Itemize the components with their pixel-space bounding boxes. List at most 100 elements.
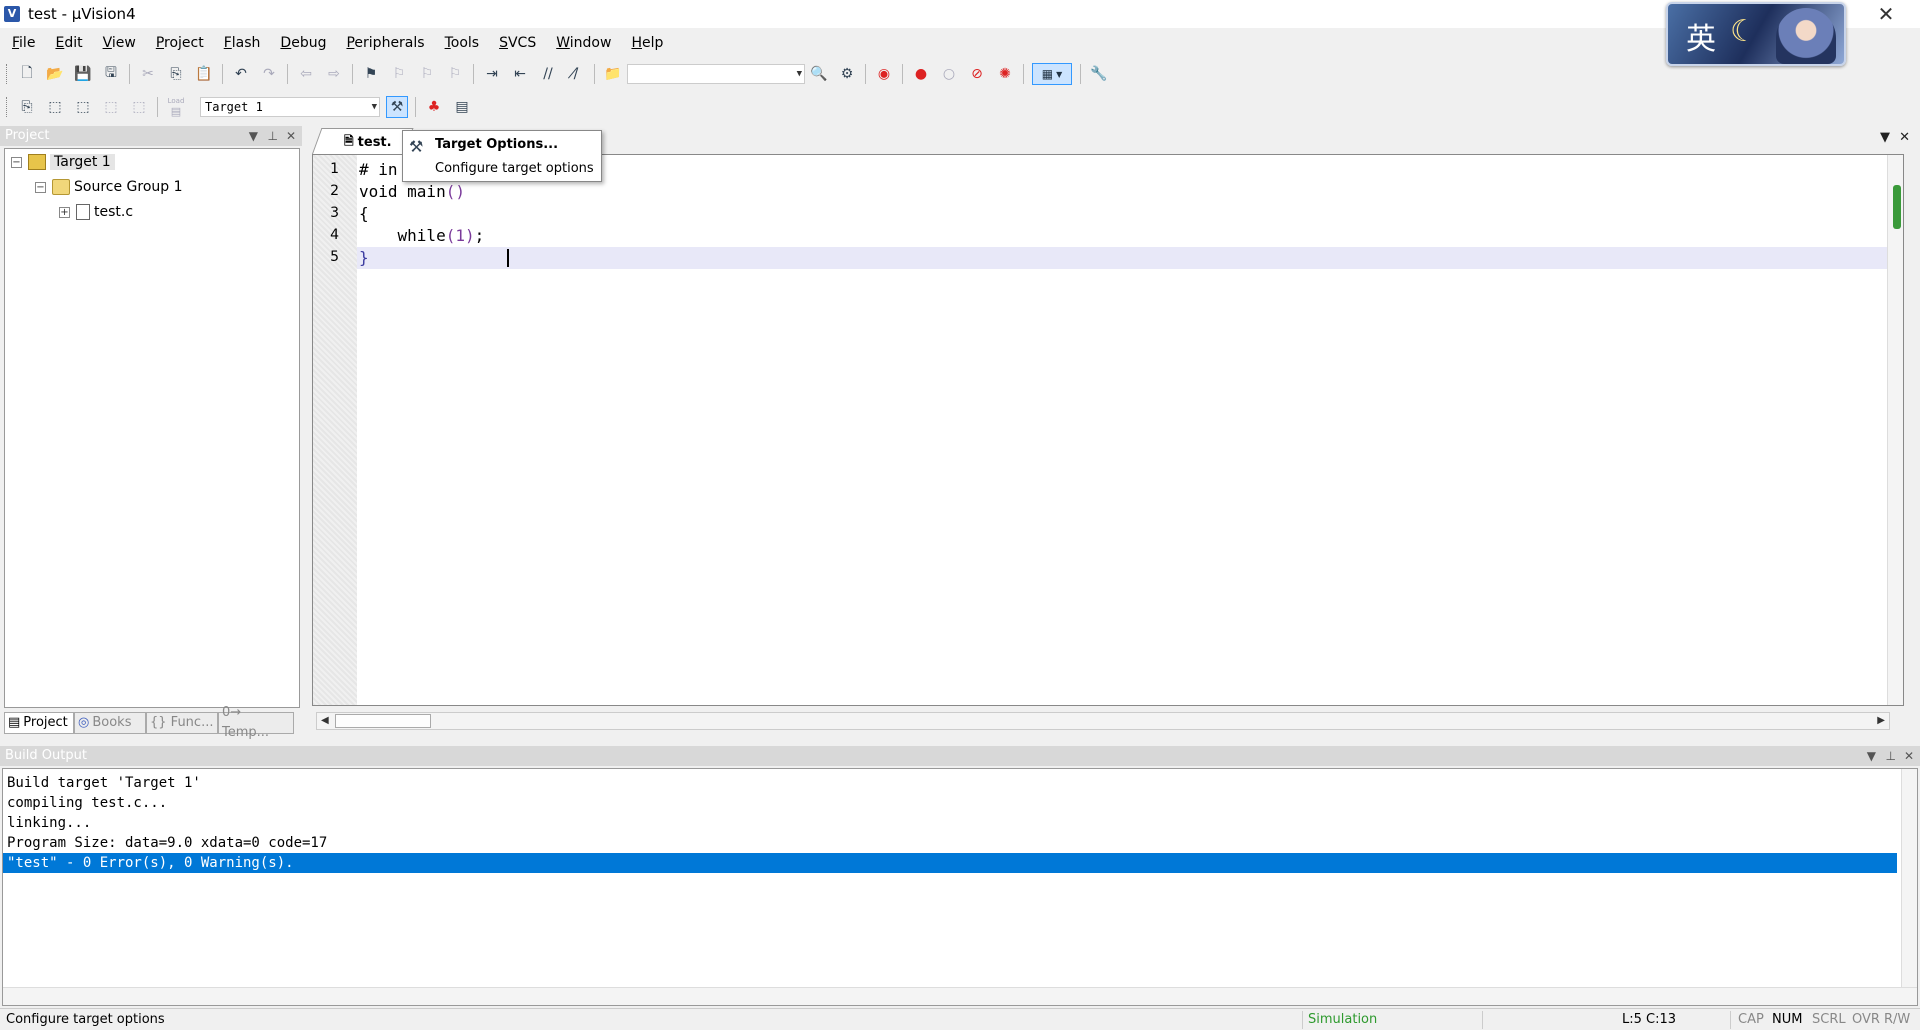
breakpoint-insert-icon[interactable]: ● — [910, 63, 932, 85]
tab-functions[interactable]: {} Func... — [146, 712, 218, 734]
code-line[interactable]: # in — [359, 159, 398, 181]
panel-close-icon[interactable]: ✕ — [286, 126, 296, 146]
menu-help[interactable]: Help — [619, 35, 671, 51]
toolbar-grip[interactable] — [6, 97, 9, 117]
menu-view[interactable]: View — [91, 35, 144, 51]
output-line[interactable]: "test" - 0 Error(s), 0 Warning(s). — [7, 853, 294, 873]
menu-edit[interactable]: Edit — [43, 35, 90, 51]
tree-node-target[interactable]: − Target 1 — [11, 154, 115, 170]
project-tab-icon: ▤ — [8, 715, 21, 730]
new-file-icon[interactable]: 🗋 — [16, 63, 38, 85]
menu-project[interactable]: Project — [144, 35, 212, 51]
scroll-left-icon[interactable]: ◀ — [321, 713, 329, 729]
breakpoint-enable-icon[interactable]: ○ — [938, 63, 960, 85]
copy-icon[interactable]: ⎘ — [165, 63, 187, 85]
target-select[interactable]: Target 1 ▼ — [200, 97, 380, 117]
file-tab[interactable]: 🗎 test. — [344, 132, 392, 153]
expand-icon[interactable]: + — [59, 206, 70, 218]
paste-icon[interactable]: 📋 — [193, 63, 215, 85]
scrollbar-thumb[interactable] — [335, 714, 431, 728]
find-in-files-icon[interactable]: 📁 — [602, 63, 624, 85]
tooltip-description: Configure target options — [435, 161, 594, 176]
unindent-icon[interactable]: ⇤ — [509, 63, 531, 85]
tree-node-group[interactable]: − Source Group 1 — [35, 179, 183, 195]
manage-books-icon[interactable]: ▤ — [451, 96, 473, 118]
scroll-position-indicator[interactable] — [1893, 185, 1901, 229]
stop-build-icon[interactable]: ⬚ — [128, 96, 150, 118]
uncomment-icon[interactable]: /̸ — [565, 63, 587, 85]
menu-flash[interactable]: Flash — [212, 35, 269, 51]
toolbar-grip[interactable] — [6, 64, 9, 84]
panel-menu-icon[interactable]: ▼ — [249, 126, 258, 146]
panel-close-icon[interactable]: ✕ — [1904, 746, 1914, 766]
output-line[interactable]: linking... — [7, 813, 91, 833]
editor-horizontal-scrollbar[interactable]: ◀ ▶ — [316, 712, 1890, 730]
tab-books[interactable]: ◎ Books — [74, 712, 146, 734]
panel-menu-icon[interactable]: ▼ — [1867, 746, 1876, 766]
output-vertical-scrollbar[interactable] — [1901, 769, 1917, 989]
tree-node-file[interactable]: + test.c — [59, 204, 133, 220]
bookmark-previous-icon[interactable]: ⚐ — [388, 63, 410, 85]
manage-components-icon[interactable]: ♣ — [423, 96, 445, 118]
collapse-icon[interactable]: − — [35, 181, 46, 193]
uvision-app-icon[interactable]: V — [4, 6, 20, 22]
output-line[interactable]: compiling test.c... — [7, 793, 167, 813]
configure-wrench-icon[interactable]: 🔧 — [1088, 63, 1110, 85]
menu-peripherals[interactable]: Peripherals — [334, 35, 432, 51]
bookmark-next-icon[interactable]: ⚐ — [416, 63, 438, 85]
navigate-back-icon[interactable]: ⇦ — [295, 63, 317, 85]
window-layout-button[interactable]: ▦ ▼ — [1032, 63, 1072, 85]
breakpoint-kill-all-icon[interactable]: ✺ — [994, 63, 1016, 85]
ime-status-widget[interactable]: 英 ☾ — [1666, 2, 1846, 66]
output-line[interactable]: Build target 'Target 1' — [7, 773, 201, 793]
debug-session-icon[interactable]: ◉ — [873, 63, 895, 85]
save-icon[interactable]: 💾 — [72, 63, 94, 85]
redo-icon[interactable]: ↷ — [258, 63, 280, 85]
rebuild-icon[interactable]: ⬚ — [72, 96, 94, 118]
tab-project[interactable]: ▤ Project — [4, 712, 74, 734]
bookmark-toggle-icon[interactable]: ⚑ — [360, 63, 382, 85]
open-file-icon[interactable]: 📂 — [44, 63, 66, 85]
menu-tools[interactable]: Tools — [433, 35, 488, 51]
translate-icon[interactable]: ⎘ — [16, 96, 38, 118]
cut-icon[interactable]: ✂ — [137, 63, 159, 85]
tab-list-icon[interactable]: ▼ — [1880, 130, 1890, 145]
build-output-pane[interactable]: Build target 'Target 1' compiling test.c.… — [2, 768, 1918, 1006]
code-line[interactable]: } — [359, 247, 369, 269]
comment-icon[interactable]: // — [537, 63, 559, 85]
batch-build-icon[interactable]: ⬚ — [100, 96, 122, 118]
build-icon[interactable]: ⬚ — [44, 96, 66, 118]
output-horizontal-scrollbar[interactable] — [3, 987, 1917, 1005]
status-separator — [1302, 1011, 1303, 1029]
menu-svcs[interactable]: SVCS — [487, 35, 544, 51]
download-load-button[interactable]: Load ▤ — [165, 96, 187, 118]
undo-icon[interactable]: ↶ — [230, 63, 252, 85]
pin-icon[interactable]: ⊥ — [1886, 746, 1896, 766]
find-combo[interactable]: ▼ — [627, 64, 805, 84]
pin-icon[interactable]: ⊥ — [268, 126, 278, 146]
save-all-icon[interactable]: 🖫 — [100, 63, 122, 85]
indent-icon[interactable]: ⇥ — [481, 63, 503, 85]
collapse-icon[interactable]: − — [11, 156, 22, 168]
code-line[interactable]: { — [359, 203, 369, 225]
menu-file[interactable]: File — [0, 35, 43, 51]
editor-vertical-scrollbar[interactable] — [1887, 155, 1903, 705]
close-document-icon[interactable]: ✕ — [1899, 130, 1910, 145]
output-line[interactable]: Program Size: data=9.0 xdata=0 code=17 — [7, 833, 327, 853]
scroll-right-icon[interactable]: ▶ — [1877, 713, 1885, 729]
find-icon[interactable]: 🔍 — [808, 63, 830, 85]
moon-icon: ☾ — [1730, 14, 1757, 49]
breakpoint-disable-all-icon[interactable]: ⊘ — [966, 63, 988, 85]
incremental-find-icon[interactable]: ⚙ — [836, 63, 858, 85]
status-bar: Configure target options Simulation L:5 … — [0, 1008, 1920, 1030]
code-line[interactable]: while(1); — [359, 225, 485, 247]
window-close-button[interactable]: ✕ — [1872, 2, 1900, 26]
menu-window[interactable]: Window — [544, 35, 619, 51]
target-options-button[interactable]: ⚒ — [386, 96, 408, 118]
code-editor[interactable]: 1 # in 2 void main() 3 {4 while(1); 5} — [312, 154, 1904, 706]
code-line[interactable]: void main() — [359, 181, 465, 203]
tab-templates[interactable]: 0→ Temp... — [218, 705, 294, 740]
navigate-forward-icon[interactable]: ⇨ — [323, 63, 345, 85]
menu-debug[interactable]: Debug — [268, 35, 334, 51]
bookmark-clear-icon[interactable]: ⚐ — [444, 63, 466, 85]
